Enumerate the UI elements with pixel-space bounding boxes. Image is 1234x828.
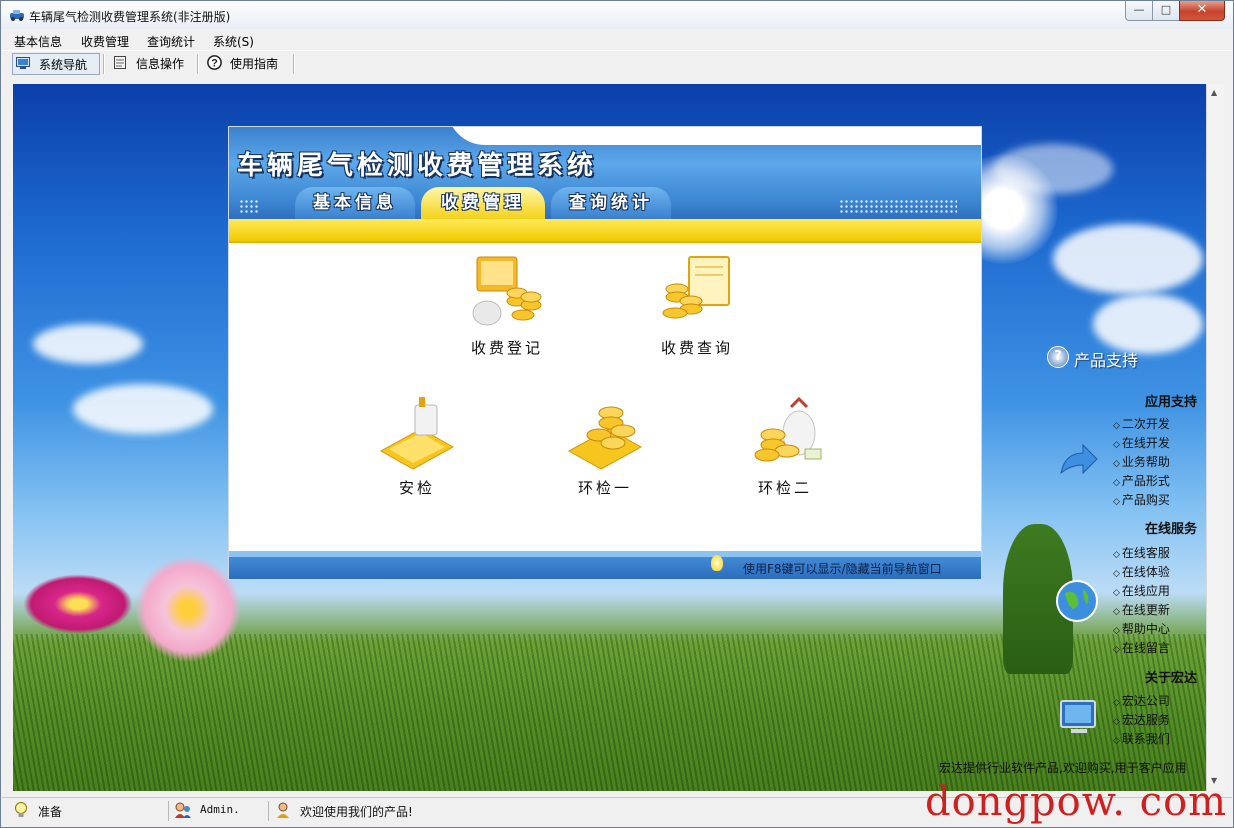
panel-tab-query-statistics[interactable]: 查询统计 — [551, 187, 671, 219]
lightbulb-icon — [15, 802, 27, 817]
cloud-decoration — [73, 384, 213, 434]
function-label: 安检 — [398, 479, 435, 497]
function-charge-query[interactable]: 收费查询 — [637, 253, 757, 358]
coins-query-icon — [662, 256, 730, 319]
close-button[interactable]: ✕ — [1179, 1, 1225, 21]
scroll-up-icon[interactable]: ▲ — [1211, 88, 1217, 97]
toolbar-separator — [197, 54, 199, 74]
person-icon — [277, 802, 289, 818]
dots-decoration — [839, 199, 957, 215]
toolbar-info-ops-button[interactable]: 信息操作 — [110, 53, 192, 75]
link-online-dev[interactable]: 在线开发 — [1113, 434, 1170, 451]
window-title: 车辆尾气检测收费管理系统(非注册版) — [29, 10, 231, 24]
function-env-check-two[interactable]: 环检二 — [725, 393, 845, 498]
navigation-panel: 车辆尾气检测收费管理系统 基本信息 收费管理 查询统计 收费登记 收费查询 安检… — [229, 127, 981, 579]
link-contact-us[interactable]: 联系我们 — [1113, 730, 1170, 747]
link-product-purchase[interactable]: 产品购买 — [1113, 491, 1170, 508]
dots-decoration — [239, 199, 259, 215]
toolbar-separator — [103, 54, 105, 74]
menu-system[interactable]: 系统(S) — [213, 33, 254, 50]
function-label: 环检一 — [577, 479, 632, 497]
product-support-label: 产品支持 — [1074, 351, 1139, 370]
toolbar-label: 系统导航 — [39, 58, 88, 72]
toolbar-label: 使用指南 — [230, 57, 279, 71]
globe-icon — [1056, 580, 1098, 622]
panel-tab-charge-management[interactable]: 收费管理 — [421, 187, 545, 219]
link-online-update[interactable]: 在线更新 — [1113, 601, 1170, 618]
monitor-icon — [16, 57, 30, 69]
maximize-button[interactable]: □ — [1152, 1, 1180, 21]
lightbulb-icon — [711, 555, 723, 571]
coins-register-icon — [472, 256, 542, 326]
env-check-two-icon — [754, 396, 822, 462]
toolbar-system-nav-button[interactable]: 系统导航 — [12, 53, 100, 75]
function-label: 环检二 — [757, 479, 812, 497]
section-title-app-support: 应用支持 — [1145, 395, 1198, 410]
footer-wave-decoration — [229, 551, 981, 557]
panel-yellow-band — [229, 219, 981, 243]
toolbar-label: 信息操作 — [136, 57, 185, 71]
user-icon — [175, 802, 191, 818]
toolbar-user-guide-button[interactable]: ? 使用指南 — [204, 53, 290, 75]
document-icon — [114, 56, 126, 69]
application-window: 车辆尾气检测收费管理系统(非注册版) — □ ✕ 基本信息 收费管理 查询统计 … — [0, 0, 1234, 828]
env-check-one-icon — [567, 406, 643, 470]
function-safety-check[interactable]: 安检 — [357, 393, 477, 498]
minimize-button[interactable]: — — [1125, 1, 1153, 21]
panel-tab-basic-info[interactable]: 基本信息 — [295, 187, 415, 219]
app-car-icon — [10, 10, 24, 21]
vertical-scrollbar[interactable]: ▲ ▼ — [1206, 84, 1224, 791]
section-title-about: 关于宏达 — [1145, 671, 1198, 686]
safety-check-icon — [379, 397, 455, 470]
welcome-message: 欢迎使用我们的产品! — [300, 805, 413, 819]
menu-basic-info[interactable]: 基本信息 — [14, 33, 62, 50]
function-label: 收费登记 — [470, 339, 543, 357]
menu-bar: 基本信息 收费管理 查询统计 系统(S) — [2, 30, 1232, 50]
cloud-decoration — [1093, 294, 1203, 354]
svg-text:?: ? — [211, 57, 218, 69]
function-charge-register[interactable]: 收费登记 — [447, 253, 567, 358]
status-separator — [268, 801, 269, 821]
current-user: Admin. — [200, 803, 240, 816]
cloud-decoration — [33, 324, 143, 364]
link-company[interactable]: 宏达公司 — [1113, 692, 1170, 709]
toolbar-separator — [293, 54, 295, 74]
watermark-text: dongpow. com — [925, 779, 1228, 825]
panel-footer-tip: 使用F8键可以显示/隐藏当前导航窗口 — [743, 562, 942, 576]
link-company-service[interactable]: 宏达服务 — [1113, 711, 1170, 728]
panel-title: 车辆尾气检测收费管理系统 — [237, 151, 598, 181]
cloud-decoration — [1053, 224, 1203, 294]
link-secondary-dev[interactable]: 二次开发 — [1113, 415, 1170, 432]
panel-function-area: 收费登记 收费查询 安检 环检一 环检二 — [229, 243, 981, 553]
function-label: 收费查询 — [660, 339, 733, 357]
help-icon: ? — [207, 55, 222, 70]
panel-header: 车辆尾气检测收费管理系统 基本信息 收费管理 查询统计 — [229, 127, 981, 219]
link-help-center[interactable]: 帮助中心 — [1113, 620, 1170, 637]
cloud-decoration — [993, 144, 1113, 194]
section-title-online-service: 在线服务 — [1145, 522, 1198, 537]
link-online-support[interactable]: 在线客服 — [1113, 544, 1170, 561]
menu-charge-management[interactable]: 收费管理 — [81, 33, 129, 50]
link-product-form[interactable]: 产品形式 — [1113, 472, 1170, 489]
arrow-icon — [1060, 443, 1098, 475]
title-bar[interactable]: 车辆尾气检测收费管理系统(非注册版) — □ ✕ — [1, 1, 1233, 29]
flower-decoration — [133, 554, 243, 664]
computer-icon — [1060, 700, 1096, 733]
link-business-help[interactable]: 业务帮助 — [1113, 453, 1170, 470]
menu-query-statistics[interactable]: 查询统计 — [147, 33, 195, 50]
help-icon: ? — [1047, 346, 1069, 368]
status-text: 准备 — [38, 805, 63, 819]
link-online-experience[interactable]: 在线体验 — [1113, 563, 1170, 580]
toolbar: 系统导航 信息操作 ? 使用指南 — [2, 50, 1232, 78]
link-online-application[interactable]: 在线应用 — [1113, 582, 1170, 599]
status-separator — [168, 801, 169, 821]
panel-footer: 使用F8键可以显示/隐藏当前导航窗口 — [229, 551, 981, 579]
link-online-message[interactable]: 在线留言 — [1113, 639, 1170, 656]
scrolling-marquee-text: 宏达提供行业软件产品,欢迎购买,用于客户应用 — [939, 761, 1187, 775]
function-env-check-one[interactable]: 环检一 — [545, 393, 665, 498]
flower-decoration — [23, 574, 133, 634]
header-notch-decoration — [447, 127, 981, 145]
